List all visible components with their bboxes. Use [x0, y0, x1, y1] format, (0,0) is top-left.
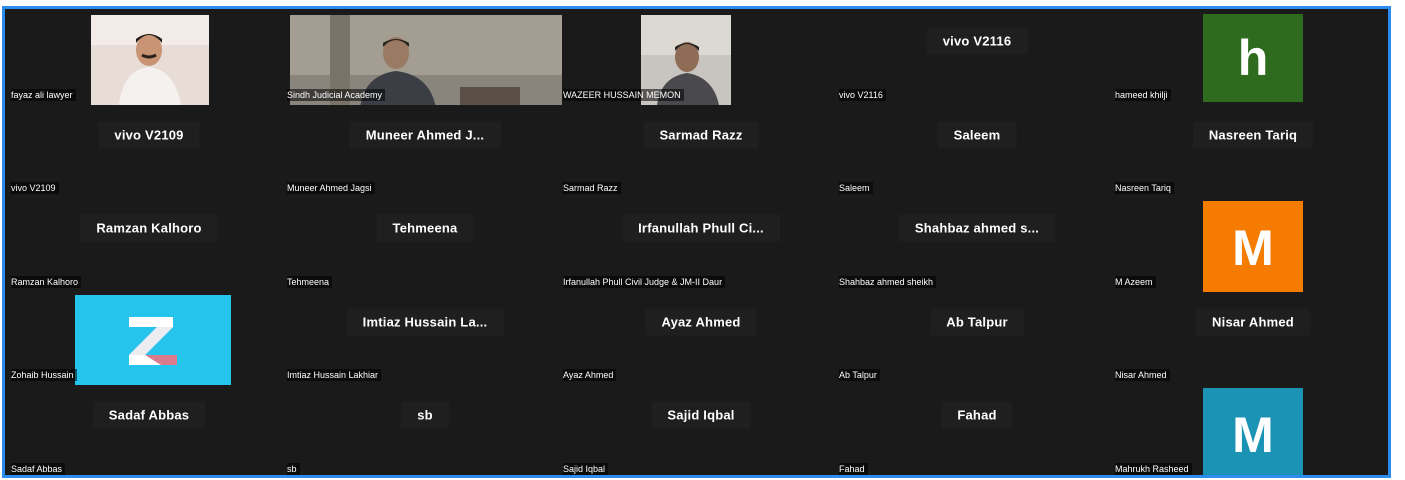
participant-name-label: Imtiaz Hussain Lakhiar [287, 369, 382, 382]
participant-center-name: Sajid Iqbal [651, 401, 751, 429]
participant-center-name: sb [401, 401, 449, 429]
participant-tile-saleem[interactable]: Saleem Saleem [839, 105, 1115, 199]
participant-name-label: Shahbaz ahmed sheikh [839, 275, 937, 288]
participant-center-name: Shahbaz ahmed s... [898, 214, 1056, 242]
participant-tile-mahrukh[interactable]: M Mahrukh Rasheed [1115, 385, 1388, 475]
participant-center-name: vivo V2116 [926, 27, 1028, 55]
participant-video-fayaz [91, 15, 209, 105]
participant-tile-sarmad[interactable]: Sarmad Razz Sarmad Razz [563, 105, 839, 199]
participant-tile-sajid[interactable]: Sajid Iqbal Sajid Iqbal [563, 385, 839, 475]
avatar: M [1203, 201, 1303, 292]
participant-center-name: Muneer Ahmed J... [349, 121, 501, 149]
participant-tile-ayaz[interactable]: Ayaz Ahmed Ayaz Ahmed [563, 292, 839, 386]
zoom-gallery-view: fayaz ali lawyer Sindh Judicial Academy [2, 6, 1391, 478]
participant-center-name: Fahad [941, 401, 1013, 429]
participant-center-name: Nisar Ahmed [1196, 308, 1310, 336]
participant-tile-m-azeem[interactable]: M M Azeem [1115, 198, 1388, 292]
participant-center-name: Sadaf Abbas [92, 401, 206, 429]
participant-tile-irfanullah[interactable]: Irfanullah Phull Ci... Irfanullah Phull … [563, 198, 839, 292]
participant-name-label: Ramzan Kalhoro [11, 275, 82, 288]
avatar: M [1203, 388, 1303, 475]
participant-grid: fayaz ali lawyer Sindh Judicial Academy [11, 11, 1388, 475]
participant-name-label: Sajid Iqbal [563, 462, 609, 475]
participant-tile-sadaf[interactable]: Sadaf Abbas Sadaf Abbas [11, 385, 287, 475]
participant-tile-zohaib[interactable]: Zohaib Hussain [11, 292, 287, 386]
participant-name-label: vivo V2116 [839, 88, 886, 101]
participant-tile-sindh-judicial-academy[interactable]: Sindh Judicial Academy [287, 11, 563, 105]
participant-video-image [91, 15, 209, 105]
participant-center-name: Tehmeena [376, 214, 474, 242]
avatar: h [1203, 14, 1303, 102]
participant-name-label: Muneer Ahmed Jagsi [287, 182, 375, 195]
participant-center-name: Ramzan Kalhoro [80, 214, 218, 242]
participant-name-label: Zohaib Hussain [11, 369, 77, 382]
participant-name-label: Sindh Judicial Academy [287, 88, 386, 101]
participant-name-label: Sadaf Abbas [11, 462, 66, 475]
participant-name-label: M Azeem [1115, 275, 1156, 288]
participant-center-name: Saleem [937, 121, 1017, 149]
participant-name-label: Tehmeena [287, 275, 333, 288]
participant-name-label: WAZEER HUSSAIN MEMON [563, 88, 684, 101]
participant-name-label: Ab Talpur [839, 369, 880, 382]
participant-name-label: hameed khilji [1115, 88, 1171, 101]
participant-center-name: Irfanullah Phull Ci... [622, 214, 780, 242]
participant-name-label: Ayaz Ahmed [563, 369, 617, 382]
participant-name-label: Sarmad Razz [563, 182, 621, 195]
zoom-z-logo-icon [129, 316, 177, 365]
participant-tile-fayaz[interactable]: fayaz ali lawyer [11, 11, 287, 105]
participant-center-name: Ab Talpur [930, 308, 1024, 336]
participant-tile-nisar[interactable]: Nisar Ahmed Nisar Ahmed [1115, 292, 1388, 386]
participant-name-label: sb [287, 462, 300, 475]
avatar [75, 294, 231, 386]
participant-tile-muneer[interactable]: Muneer Ahmed J... Muneer Ahmed Jagsi [287, 105, 563, 199]
participant-tile-fahad[interactable]: Fahad Fahad [839, 385, 1115, 475]
participant-tile-hameed[interactable]: h hameed khilji [1115, 11, 1388, 105]
participant-name-label: Irfanullah Phull Civil Judge & JM-II Dau… [563, 275, 726, 288]
avatar-letter: h [1237, 30, 1269, 86]
participant-tile-ramzan[interactable]: Ramzan Kalhoro Ramzan Kalhoro [11, 198, 287, 292]
avatar-letter: M [1232, 219, 1274, 276]
participant-name-label: Saleem [839, 182, 873, 195]
participant-name-label: Nasreen Tariq [1115, 182, 1174, 195]
participant-center-name: Ayaz Ahmed [645, 308, 757, 336]
participant-tile-vivo-v2109[interactable]: vivo V2109 vivo V2109 [11, 105, 287, 199]
participant-tile-ab-talpur[interactable]: Ab Talpur Ab Talpur [839, 292, 1115, 386]
participant-center-name: Nasreen Tariq [1192, 121, 1314, 149]
participant-tile-shahbaz[interactable]: Shahbaz ahmed s... Shahbaz ahmed sheikh [839, 198, 1115, 292]
avatar-letter: M [1232, 406, 1274, 463]
participant-name-label: vivo V2109 [11, 182, 59, 195]
participant-center-name: Sarmad Razz [643, 121, 759, 149]
participant-center-name: Imtiaz Hussain La... [346, 308, 504, 336]
participant-name-label: Mahrukh Rasheed [1115, 462, 1192, 475]
participant-tile-wazeer[interactable]: WAZEER HUSSAIN MEMON [563, 11, 839, 105]
participant-name-label: Fahad [839, 462, 868, 475]
participant-tile-nasreen[interactable]: Nasreen Tariq Nasreen Tariq [1115, 105, 1388, 199]
participant-tile-tehmeena[interactable]: Tehmeena Tehmeena [287, 198, 563, 292]
participant-tile-sb[interactable]: sb sb [287, 385, 563, 475]
participant-tile-vivo-v2116[interactable]: vivo V2116 vivo V2116 [839, 11, 1115, 105]
participant-tile-imtiaz[interactable]: Imtiaz Hussain La... Imtiaz Hussain Lakh… [287, 292, 563, 386]
participant-name-label: Nisar Ahmed [1115, 369, 1170, 382]
participant-center-name: vivo V2109 [98, 121, 200, 149]
participant-name-label: fayaz ali lawyer [11, 88, 76, 101]
